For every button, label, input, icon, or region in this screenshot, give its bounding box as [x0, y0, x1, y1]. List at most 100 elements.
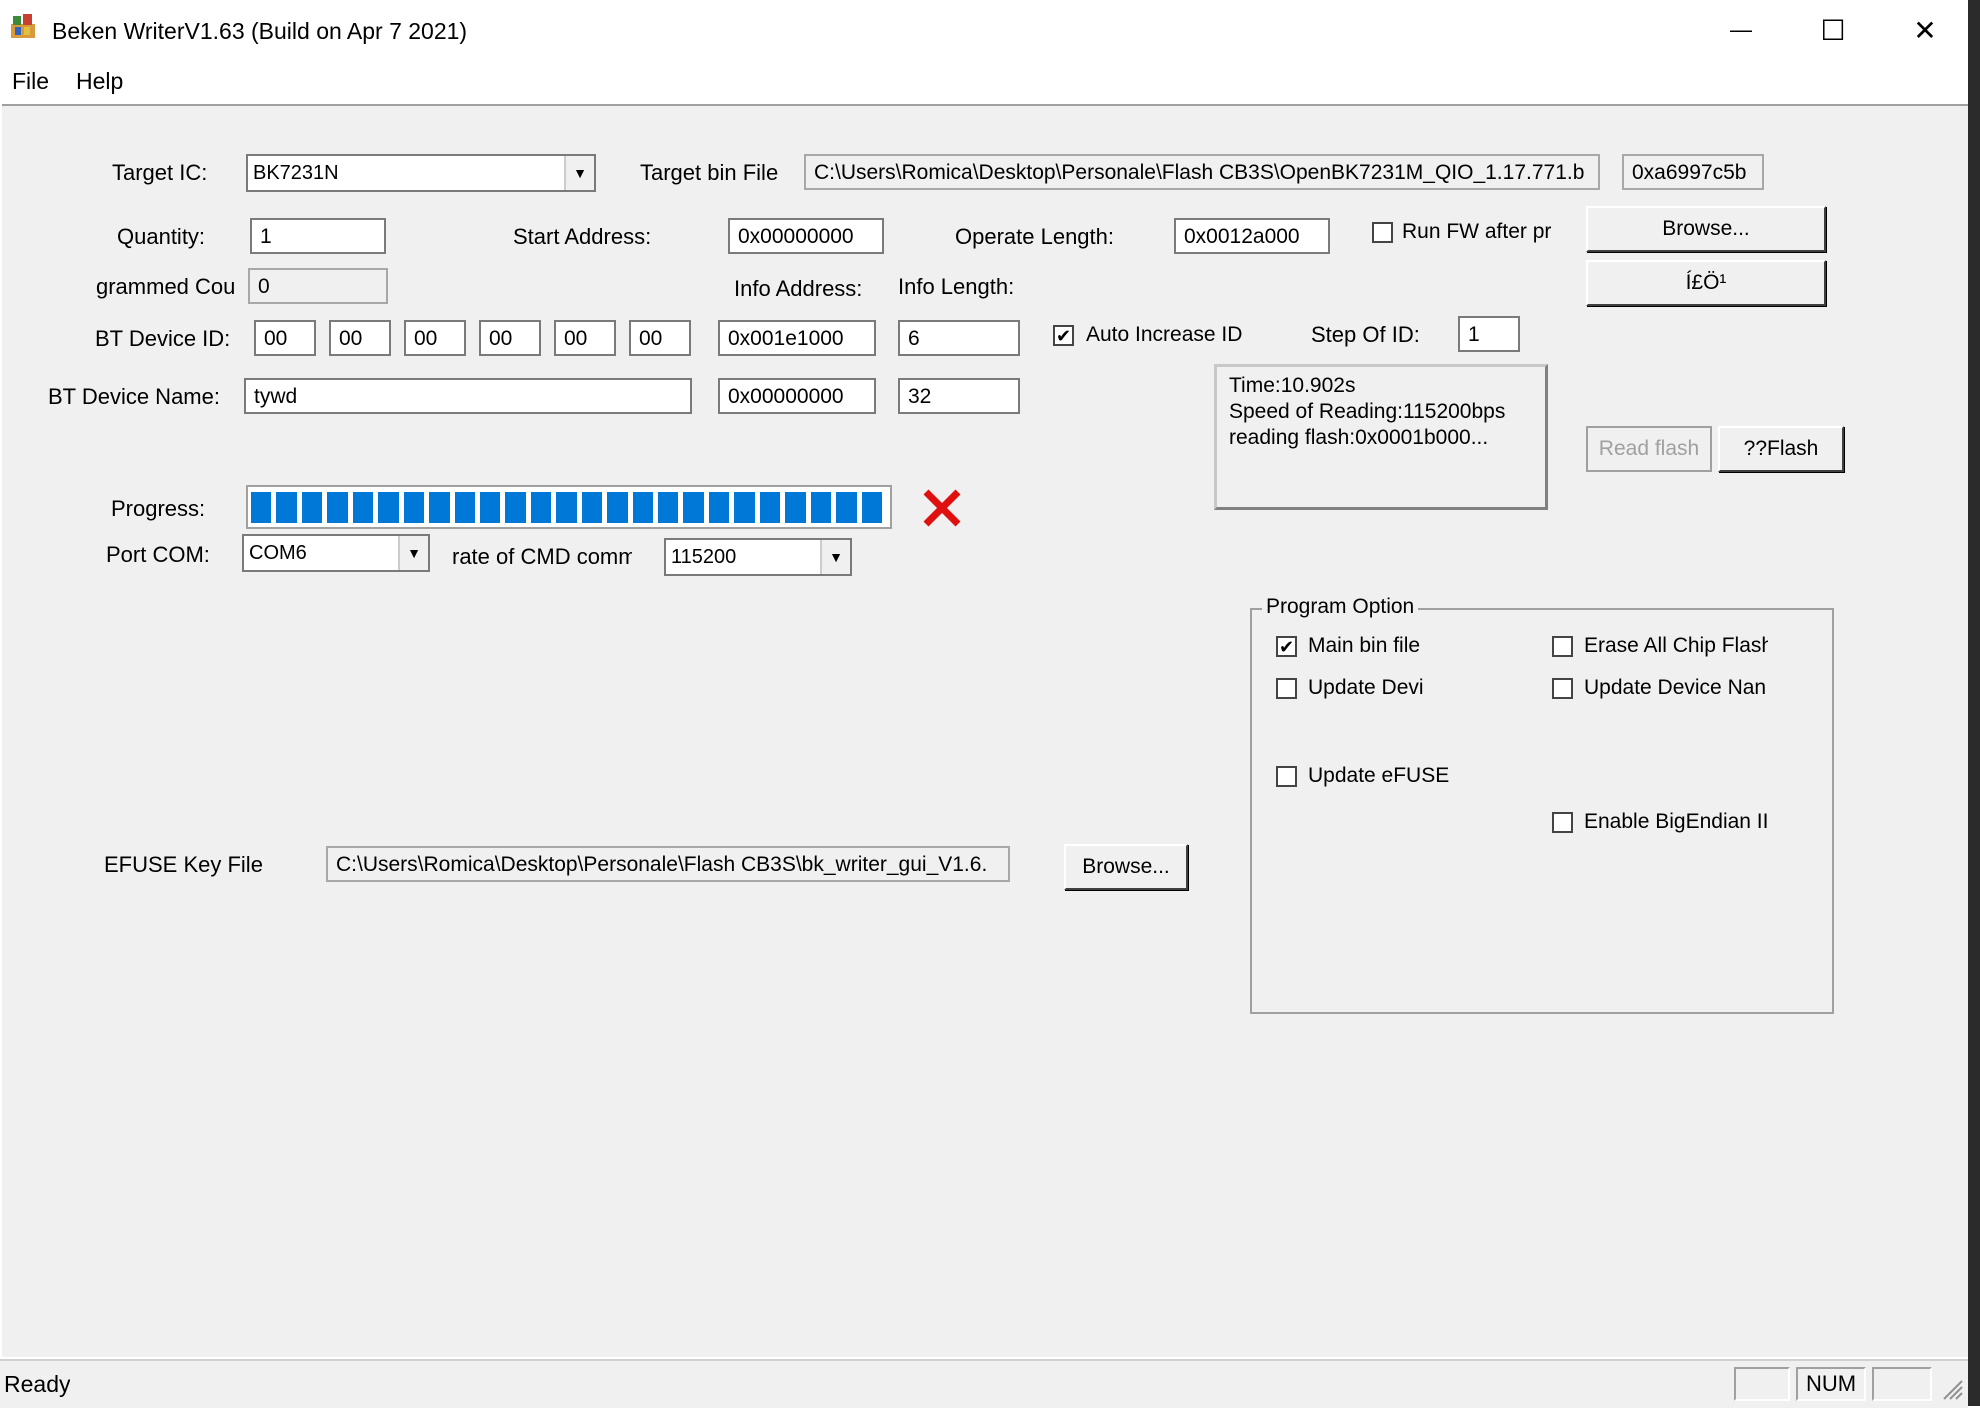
chevron-down-icon[interactable]: ▼: [398, 536, 428, 570]
progress-bar: [246, 485, 892, 529]
cmd-rate-select[interactable]: 115200 ▼: [664, 538, 852, 576]
info-length-input-1[interactable]: 6: [898, 320, 1020, 356]
progress-segment: [632, 492, 654, 523]
progress-segment: [708, 492, 730, 523]
target-ic-value: BK7231N: [253, 161, 339, 184]
bt-device-id-label: BT Device ID:: [95, 326, 231, 351]
update-device-name-checkbox[interactable]: [1552, 678, 1573, 699]
programmed-count-field: 0: [248, 268, 388, 304]
info-address-label: Info Address:: [734, 276, 863, 301]
checkmark-icon: ✔: [1278, 636, 1295, 657]
quantity-input[interactable]: 1: [250, 218, 386, 254]
erase-all-checkbox[interactable]: [1552, 636, 1573, 657]
browse-efuse-button[interactable]: Browse...: [1064, 844, 1188, 890]
progress-segment: [530, 492, 552, 523]
log-line-speed: Speed of Reading:115200bps: [1229, 400, 1506, 423]
close-button[interactable]: ✕: [1894, 8, 1956, 52]
progress-segment: [352, 492, 374, 523]
efuse-key-input[interactable]: C:\Users\Romica\Desktop\Personale\Flash …: [326, 846, 1010, 882]
main-bin-label: Main bin file: [1308, 634, 1421, 657]
background-edge: [1968, 0, 1980, 1406]
read-flash-button[interactable]: Read flash: [1586, 426, 1712, 472]
info-length-input-2[interactable]: 32: [898, 378, 1020, 414]
info-address-input-1[interactable]: 0x001e1000: [718, 320, 876, 356]
menu-file[interactable]: File: [12, 66, 49, 96]
bt-device-name-input[interactable]: tywd: [244, 378, 692, 414]
big-endian-checkbox[interactable]: [1552, 812, 1573, 833]
close-icon: ✕: [1913, 14, 1937, 46]
progress-segment: [251, 492, 272, 523]
erase-all-label: Erase All Chip Flash: [1584, 634, 1768, 657]
status-pane-caps: [1734, 1367, 1790, 1401]
log-line-reading: reading flash:0x0001b000...: [1229, 426, 1489, 449]
update-efuse-label: Update eFUSE: [1308, 764, 1450, 787]
programmed-count-label: grammed Coun: [96, 274, 234, 299]
flash-button[interactable]: ??Flash: [1718, 426, 1844, 472]
step-of-id-input[interactable]: 1: [1458, 316, 1520, 352]
chevron-down-icon[interactable]: ▼: [820, 540, 850, 574]
target-ic-select[interactable]: BK7231N ▼: [246, 154, 596, 192]
bt-device-id-byte-6[interactable]: 00: [629, 320, 691, 356]
bt-device-name-label: BT Device Name:: [48, 384, 220, 409]
start-address-input[interactable]: 0x00000000: [728, 218, 884, 254]
auto-increase-checkbox[interactable]: ✔: [1053, 325, 1074, 346]
start-address-label: Start Address:: [513, 224, 652, 249]
main-bin-checkbox[interactable]: ✔: [1276, 636, 1297, 657]
progress-label: Progress:: [111, 496, 206, 521]
progress-segment: [327, 492, 348, 523]
bt-device-id-byte-2[interactable]: 00: [329, 320, 391, 356]
progress-segment: [581, 492, 603, 523]
status-bar: Ready NUM: [0, 1359, 1968, 1408]
chevron-down-icon[interactable]: ▼: [564, 156, 594, 190]
stop-button[interactable]: Í£Ö¹: [1586, 260, 1826, 306]
progress-fill: [251, 487, 887, 527]
progress-segment: [810, 492, 832, 523]
window-title: Beken WriterV1.63 (Build on Apr 7 2021): [52, 18, 468, 44]
info-address-input-2[interactable]: 0x00000000: [718, 378, 876, 414]
progress-segment: [556, 492, 577, 523]
browse-bin-button[interactable]: Browse...: [1586, 206, 1826, 252]
update-device-name-label: Update Device Nan: [1584, 676, 1767, 699]
step-of-id-label: Step Of ID:: [1311, 322, 1420, 347]
progress-segment: [276, 492, 297, 523]
menu-help[interactable]: Help: [76, 66, 123, 96]
bt-device-id-byte-5[interactable]: 00: [554, 320, 616, 356]
target-bin-input[interactable]: C:\Users\Romica\Desktop\Personale\Flash …: [804, 154, 1600, 190]
run-fw-label: Run FW after pr: [1402, 220, 1552, 243]
quantity-label: Quantity:: [117, 224, 206, 249]
update-efuse-checkbox[interactable]: [1276, 766, 1297, 787]
port-com-select[interactable]: COM6 ▼: [242, 534, 430, 572]
minimize-button[interactable]: —: [1710, 8, 1772, 52]
progress-segment: [658, 492, 679, 523]
log-box: Time:10.902s Speed of Reading:115200bps …: [1214, 364, 1548, 510]
update-device-id-label: Update Devi: [1308, 676, 1424, 699]
status-pane-scroll: [1872, 1367, 1932, 1401]
operate-length-input[interactable]: 0x0012a000: [1174, 218, 1330, 254]
operate-length-label: Operate Length:: [955, 224, 1115, 249]
log-line-time: Time:10.902s: [1229, 374, 1356, 397]
title-bar[interactable]: Beken WriterV1.63 (Build on Apr 7 2021) …: [0, 0, 1968, 62]
update-device-id-checkbox[interactable]: [1276, 678, 1297, 699]
target-bin-label: Target bin File: [640, 160, 779, 185]
progress-segment: [479, 492, 501, 523]
auto-increase-label: Auto Increase ID: [1086, 323, 1243, 346]
progress-segment: [683, 492, 704, 523]
progress-segment: [759, 492, 781, 523]
progress-segment: [454, 492, 475, 523]
stop-icon[interactable]: [920, 486, 964, 530]
run-fw-checkbox[interactable]: [1372, 222, 1393, 243]
progress-segment: [301, 492, 323, 523]
bt-device-id-byte-4[interactable]: 00: [479, 320, 541, 356]
minimize-icon: —: [1730, 17, 1752, 42]
checkmark-icon: ✔: [1055, 325, 1072, 346]
progress-segment: [429, 492, 450, 523]
maximize-button[interactable]: ☐: [1802, 8, 1864, 52]
maximize-icon: ☐: [1820, 14, 1846, 46]
resize-grip-icon[interactable]: [1940, 1373, 1964, 1401]
progress-segment: [861, 492, 882, 523]
bt-device-id-byte-1[interactable]: 00: [254, 320, 316, 356]
progress-segment: [505, 492, 526, 523]
bt-device-id-byte-3[interactable]: 00: [404, 320, 466, 356]
progress-segment: [607, 492, 628, 523]
menu-bar: File Help: [0, 62, 1968, 102]
